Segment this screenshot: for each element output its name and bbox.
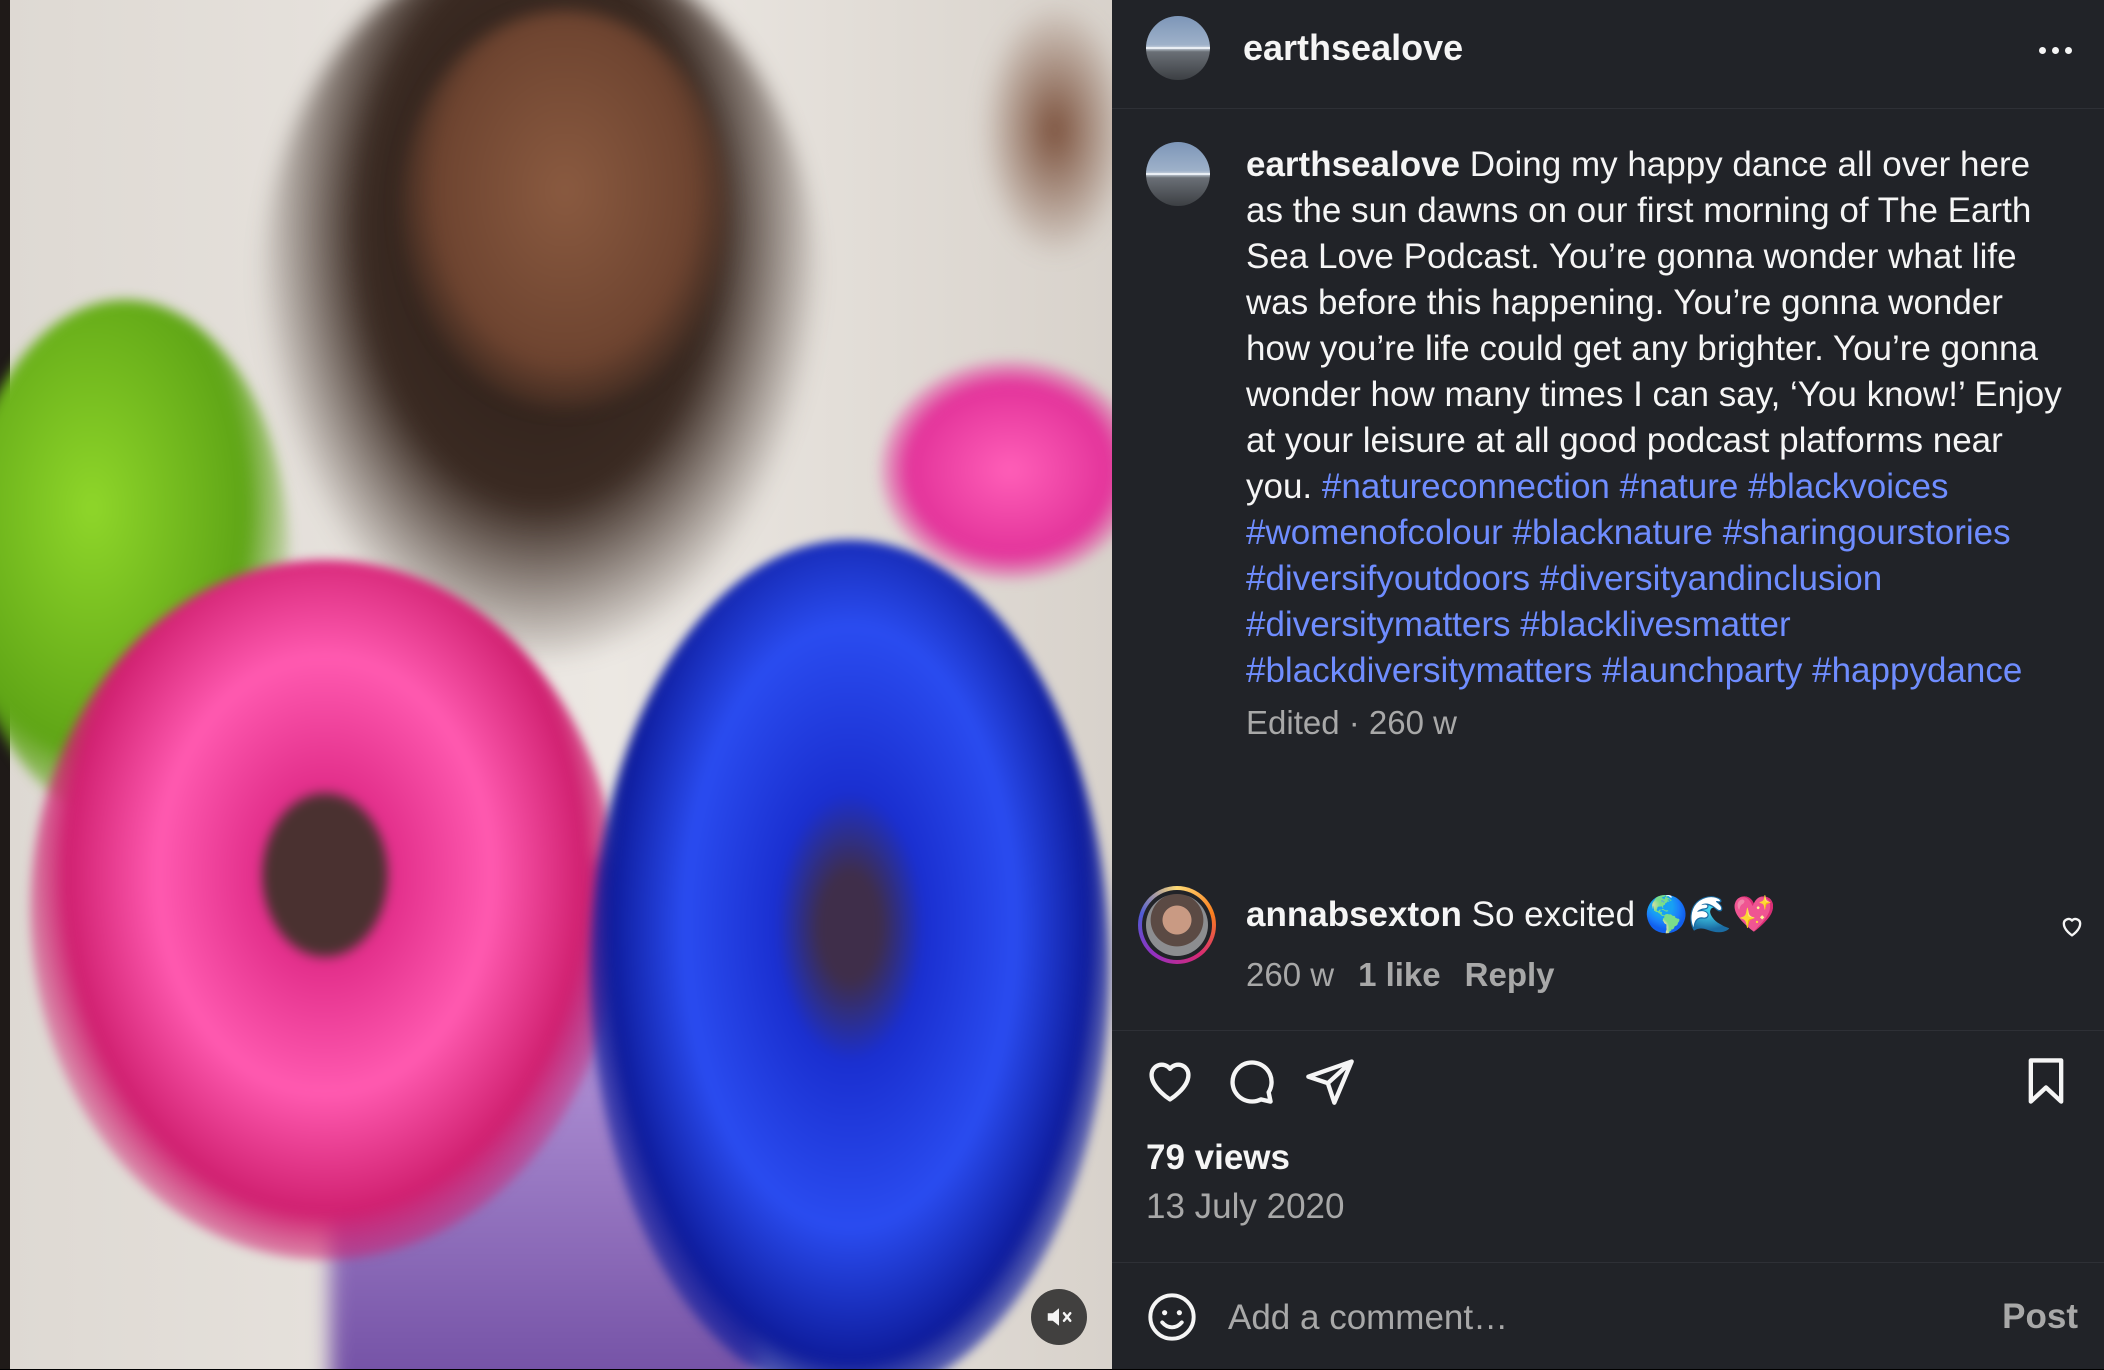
post-header: earthsealove	[1112, 0, 2104, 109]
caption-meta: Edited · 260 w	[1246, 704, 1457, 741]
more-options-button[interactable]	[2030, 30, 2080, 70]
comment-username[interactable]: annabsexton	[1246, 895, 1462, 934]
hashtag-link[interactable]: #launchparty	[1602, 651, 1802, 690]
hashtag-link[interactable]: #diversityandinclusion	[1540, 559, 1882, 598]
caption-username[interactable]: earthsealove	[1246, 145, 1460, 184]
more-icon	[2038, 46, 2046, 54]
comment-age: 260 w	[1246, 956, 1335, 993]
comment-composer: Post	[1112, 1262, 2104, 1370]
share-icon[interactable]	[1304, 1055, 1356, 1107]
comment-input[interactable]	[1226, 1293, 1930, 1343]
comment-likes[interactable]: 1 like	[1358, 952, 1441, 998]
hashtag-link[interactable]: #nature	[1620, 467, 1739, 506]
post-date: 13 July 2020	[1146, 1187, 1345, 1226]
video-figure-face	[400, 10, 730, 410]
hashtag-link[interactable]: #blacklivesmatter	[1520, 605, 1790, 644]
hashtag-link[interactable]: #natureconnection	[1322, 467, 1610, 506]
hashtag-link[interactable]: #womenofcolour	[1246, 513, 1503, 552]
view-count[interactable]: 79 views	[1146, 1135, 1290, 1181]
hashtag-link[interactable]: #blackvoices	[1748, 467, 1948, 506]
post-details-panel: earthsealove earthsealove Doing my happy…	[1112, 0, 2104, 1369]
post-caption: earthsealove Doing my happy dance all ov…	[1246, 142, 2076, 746]
mute-button[interactable]	[1031, 1289, 1087, 1345]
mute-icon	[1047, 1308, 1072, 1326]
hashtag-link[interactable]: #diversitymatters	[1246, 605, 1511, 644]
comment-icon[interactable]	[1224, 1055, 1276, 1107]
bookmark-icon[interactable]	[2020, 1055, 2072, 1107]
comment-like-icon[interactable]	[2058, 912, 2086, 940]
author-username[interactable]: earthsealove	[1243, 24, 1463, 72]
comment-body: So excited 🌎🌊💖	[1471, 895, 1776, 934]
emoji-icon[interactable]	[1146, 1291, 1198, 1343]
author-avatar[interactable]	[1146, 16, 1210, 80]
hashtag-link[interactable]: #blackdiversitymatters	[1246, 651, 1592, 690]
comment-item: annabsexton So excited 🌎🌊💖 260 w 1 like …	[1112, 880, 2104, 1020]
post-actions: 79 views 13 July 2020	[1112, 1030, 2104, 1271]
hashtag-link[interactable]: #blacknature	[1513, 513, 1713, 552]
post-comment-button[interactable]: Post	[2002, 1293, 2078, 1341]
caption-avatar[interactable]	[1146, 142, 1210, 206]
caption-hashtags: #natureconnection #nature #blackvoices #…	[1246, 467, 2022, 690]
balloon-pink-p	[30, 560, 620, 1260]
comment-reply-button[interactable]: Reply	[1465, 952, 1555, 998]
post-video[interactable]	[0, 0, 1112, 1369]
balloon-blue	[590, 540, 1110, 1369]
comment-meta: 260 w 1 like Reply	[1246, 952, 1555, 998]
caption-text: Doing my happy dance all over here as th…	[1246, 145, 2062, 506]
commenter-avatar[interactable]	[1138, 886, 1216, 964]
hashtag-link[interactable]: #diversifyoutdoors	[1246, 559, 1530, 598]
hashtag-link[interactable]: #happydance	[1812, 651, 2022, 690]
heart-icon[interactable]	[1144, 1055, 1196, 1107]
comment-text: annabsexton So excited 🌎🌊💖	[1246, 892, 2006, 938]
hashtag-link[interactable]: #sharingourstories	[1723, 513, 2011, 552]
